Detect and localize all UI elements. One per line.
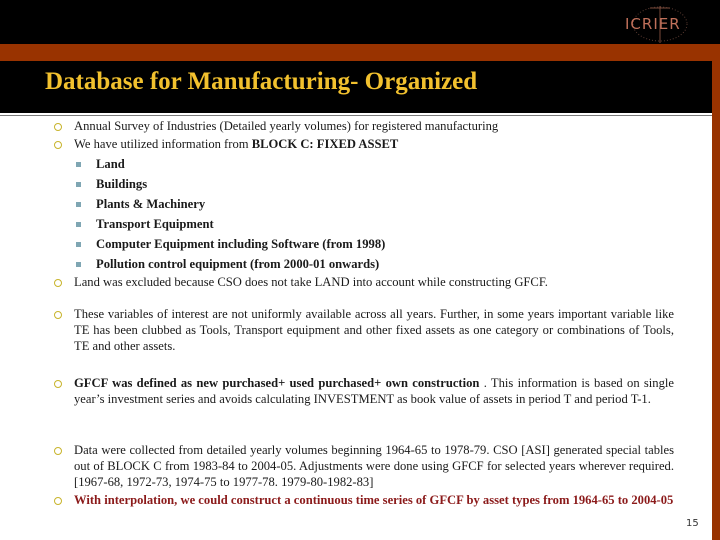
- ring-bullet-icon: [54, 447, 62, 455]
- sub-bullet-text: Transport Equipment: [96, 217, 214, 231]
- bullet-text-bold: BLOCK C: FIXED ASSET: [251, 137, 399, 151]
- sub-bullet-text: Land: [96, 157, 125, 171]
- right-accent-rail: [712, 44, 720, 540]
- square-bullet-icon: [76, 262, 81, 267]
- square-bullet-icon: [76, 222, 81, 227]
- bullet-text: Data were collected from detailed yearly…: [74, 443, 674, 489]
- header-accent-bar: [0, 44, 720, 61]
- bullet-text: We have utilized information from BLOCK …: [74, 136, 674, 152]
- bullet-text: These variables of interest are not unif…: [74, 307, 674, 353]
- sub-bullet-text: Buildings: [96, 177, 148, 191]
- logo-text: ICRIER: [625, 15, 681, 33]
- bullet-text: Annual Survey of Industries (Detailed ye…: [74, 119, 499, 133]
- ring-bullet-icon: [54, 123, 62, 131]
- sub-bullet-text: Pollution control equipment (from 2000-0…: [96, 257, 380, 271]
- square-bullet-icon: [76, 242, 81, 247]
- title-divider: [0, 115, 712, 116]
- sub-bullet-text: Computer Equipment including Software (f…: [96, 237, 386, 251]
- ring-bullet-icon: [54, 141, 62, 149]
- square-bullet-icon: [76, 162, 81, 167]
- bullet-text-bold: GFCF was defined as new purchased+ used …: [74, 376, 480, 390]
- slide-title: Database for Manufacturing- Organized: [45, 68, 478, 95]
- square-bullet-icon: [76, 182, 81, 187]
- ring-bullet-icon: [54, 497, 62, 505]
- icrier-logo: ICRIER: [620, 3, 700, 45]
- ring-bullet-icon: [54, 380, 62, 388]
- header-black-band: [0, 0, 720, 44]
- ring-bullet-icon: [54, 279, 62, 287]
- ring-bullet-icon: [54, 311, 62, 319]
- page-number: 15: [686, 518, 699, 529]
- square-bullet-icon: [76, 202, 81, 207]
- sub-bullet-text: Plants & Machinery: [96, 197, 206, 211]
- bullet-text: Land was excluded because CSO does not t…: [74, 275, 548, 289]
- bullet-text-prefix: We have utilized information from: [74, 137, 252, 151]
- highlight-bullet-text: With interpolation, we could construct a…: [74, 493, 674, 507]
- bullet-text: GFCF was defined as new purchased+ used …: [74, 375, 674, 407]
